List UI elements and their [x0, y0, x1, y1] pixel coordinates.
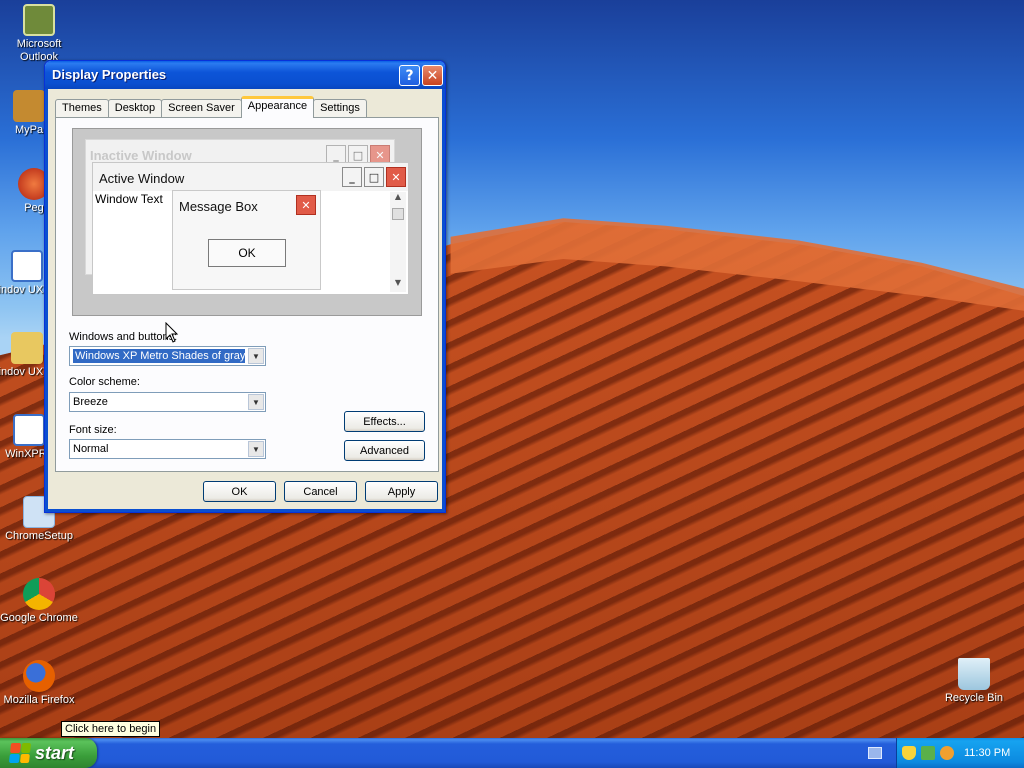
- advanced-button[interactable]: Advanced: [344, 440, 425, 461]
- keyboard-icon[interactable]: [868, 747, 882, 759]
- desktop-icon-label: Mozilla Firefox: [3, 694, 75, 706]
- preview-scrollbar: ▲ ▼: [390, 192, 406, 292]
- message-box-title: Message Box: [179, 199, 258, 214]
- desktop-icon-label: Google Chrome: [0, 612, 78, 624]
- desktop-icon-chrome[interactable]: Google Chrome: [0, 578, 78, 625]
- windows-and-buttons-value: Windows XP Metro Shades of gray s: [73, 349, 245, 363]
- clock[interactable]: 11:30 PM: [964, 747, 1010, 759]
- mouse-pointer-icon: [165, 322, 179, 343]
- network-icon[interactable]: [921, 746, 935, 760]
- windows-and-buttons-label: Windows and buttons:: [69, 331, 178, 343]
- security-shield-icon[interactable]: [902, 746, 916, 760]
- appearance-panel: Inactive Window _ □ ✕ Active Window _ □ …: [55, 117, 439, 472]
- scroll-down-icon: ▼: [394, 278, 402, 287]
- window-border: [45, 509, 445, 512]
- font-size-value: Normal: [73, 443, 109, 455]
- search-icon[interactable]: [940, 746, 954, 760]
- tab-themes[interactable]: Themes: [55, 99, 109, 118]
- font-size-label: Font size:: [69, 424, 117, 436]
- color-scheme-label: Color scheme:: [69, 376, 140, 388]
- ok-button[interactable]: OK: [203, 481, 276, 502]
- desktop-icon-outlook[interactable]: Microsoft Outlook: [0, 4, 78, 64]
- desktop-icon-recycle-bin[interactable]: Recycle Bin: [935, 658, 1013, 705]
- inactive-window-title: Inactive Window: [90, 148, 192, 163]
- cancel-button[interactable]: Cancel: [284, 481, 357, 502]
- window-border: [45, 89, 48, 512]
- window-title: Display Properties: [52, 67, 167, 82]
- scroll-thumb: [392, 208, 404, 220]
- start-label: start: [35, 742, 75, 763]
- window-app-icon: [13, 414, 45, 446]
- tab-desktop[interactable]: Desktop: [107, 99, 163, 118]
- preview-message-box: Message Box ✕ OK: [172, 190, 321, 290]
- desktop-icon-firefox[interactable]: Mozilla Firefox: [0, 660, 78, 707]
- color-scheme-value: Breeze: [73, 396, 108, 408]
- chevron-down-icon[interactable]: ▼: [248, 441, 264, 457]
- desktop-icon-label: ChromeSetup: [5, 530, 73, 542]
- font-size-select[interactable]: Normal ▼: [69, 439, 266, 459]
- active-window-title: Active Window: [99, 171, 185, 186]
- windows-and-buttons-select[interactable]: Windows XP Metro Shades of gray s ▼: [69, 346, 266, 366]
- help-button[interactable]: ?: [399, 65, 420, 86]
- effects-button[interactable]: Effects...: [344, 411, 425, 432]
- tab-strip: Themes Desktop Screen Saver Appearance S…: [55, 96, 367, 118]
- close-icon: ✕: [386, 167, 406, 187]
- tab-appearance[interactable]: Appearance: [240, 96, 315, 118]
- windows-logo-icon: [8, 743, 32, 763]
- help-icon: ?: [405, 67, 414, 84]
- recycle-bin-icon: [958, 658, 990, 690]
- scroll-up-icon: ▲: [394, 192, 402, 201]
- message-box-ok: OK: [208, 239, 286, 267]
- preview-active-window: Active Window _ □ ✕ Window Text ▲ ▼ Mess…: [92, 162, 409, 295]
- start-tooltip: Click here to begin: [61, 721, 161, 737]
- tab-screen-saver[interactable]: Screen Saver: [161, 99, 242, 118]
- close-icon: ✕: [426, 67, 439, 84]
- firefox-icon: [23, 660, 55, 692]
- tab-settings[interactable]: Settings: [313, 99, 367, 118]
- taskbar: start 11:30 PM: [0, 738, 1024, 768]
- appearance-preview: Inactive Window _ □ ✕ Active Window _ □ …: [72, 128, 422, 316]
- maximize-icon: □: [364, 167, 384, 187]
- system-tray: 11:30 PM: [896, 738, 1024, 768]
- desktop-icon-label: Recycle Bin: [944, 692, 1004, 704]
- start-button[interactable]: start: [0, 738, 97, 768]
- chevron-down-icon[interactable]: ▼: [248, 394, 264, 410]
- display-properties-window: Display Properties ? ✕ Themes Desktop Sc…: [44, 60, 446, 513]
- close-icon: ✕: [296, 195, 316, 215]
- window-text-sample: Window Text: [95, 192, 163, 206]
- chrome-icon: [23, 578, 55, 610]
- close-button[interactable]: ✕: [422, 65, 443, 86]
- minimize-icon: _: [342, 167, 362, 187]
- color-scheme-select[interactable]: Breeze ▼: [69, 392, 266, 412]
- window-app-icon: [11, 250, 43, 282]
- my-pictures-icon: [13, 90, 45, 122]
- folder-icon: [11, 332, 43, 364]
- chevron-down-icon[interactable]: ▼: [248, 348, 264, 364]
- title-bar[interactable]: Display Properties ? ✕: [45, 61, 445, 89]
- outlook-icon: [23, 4, 55, 36]
- window-border: [442, 89, 445, 512]
- apply-button[interactable]: Apply: [365, 481, 438, 502]
